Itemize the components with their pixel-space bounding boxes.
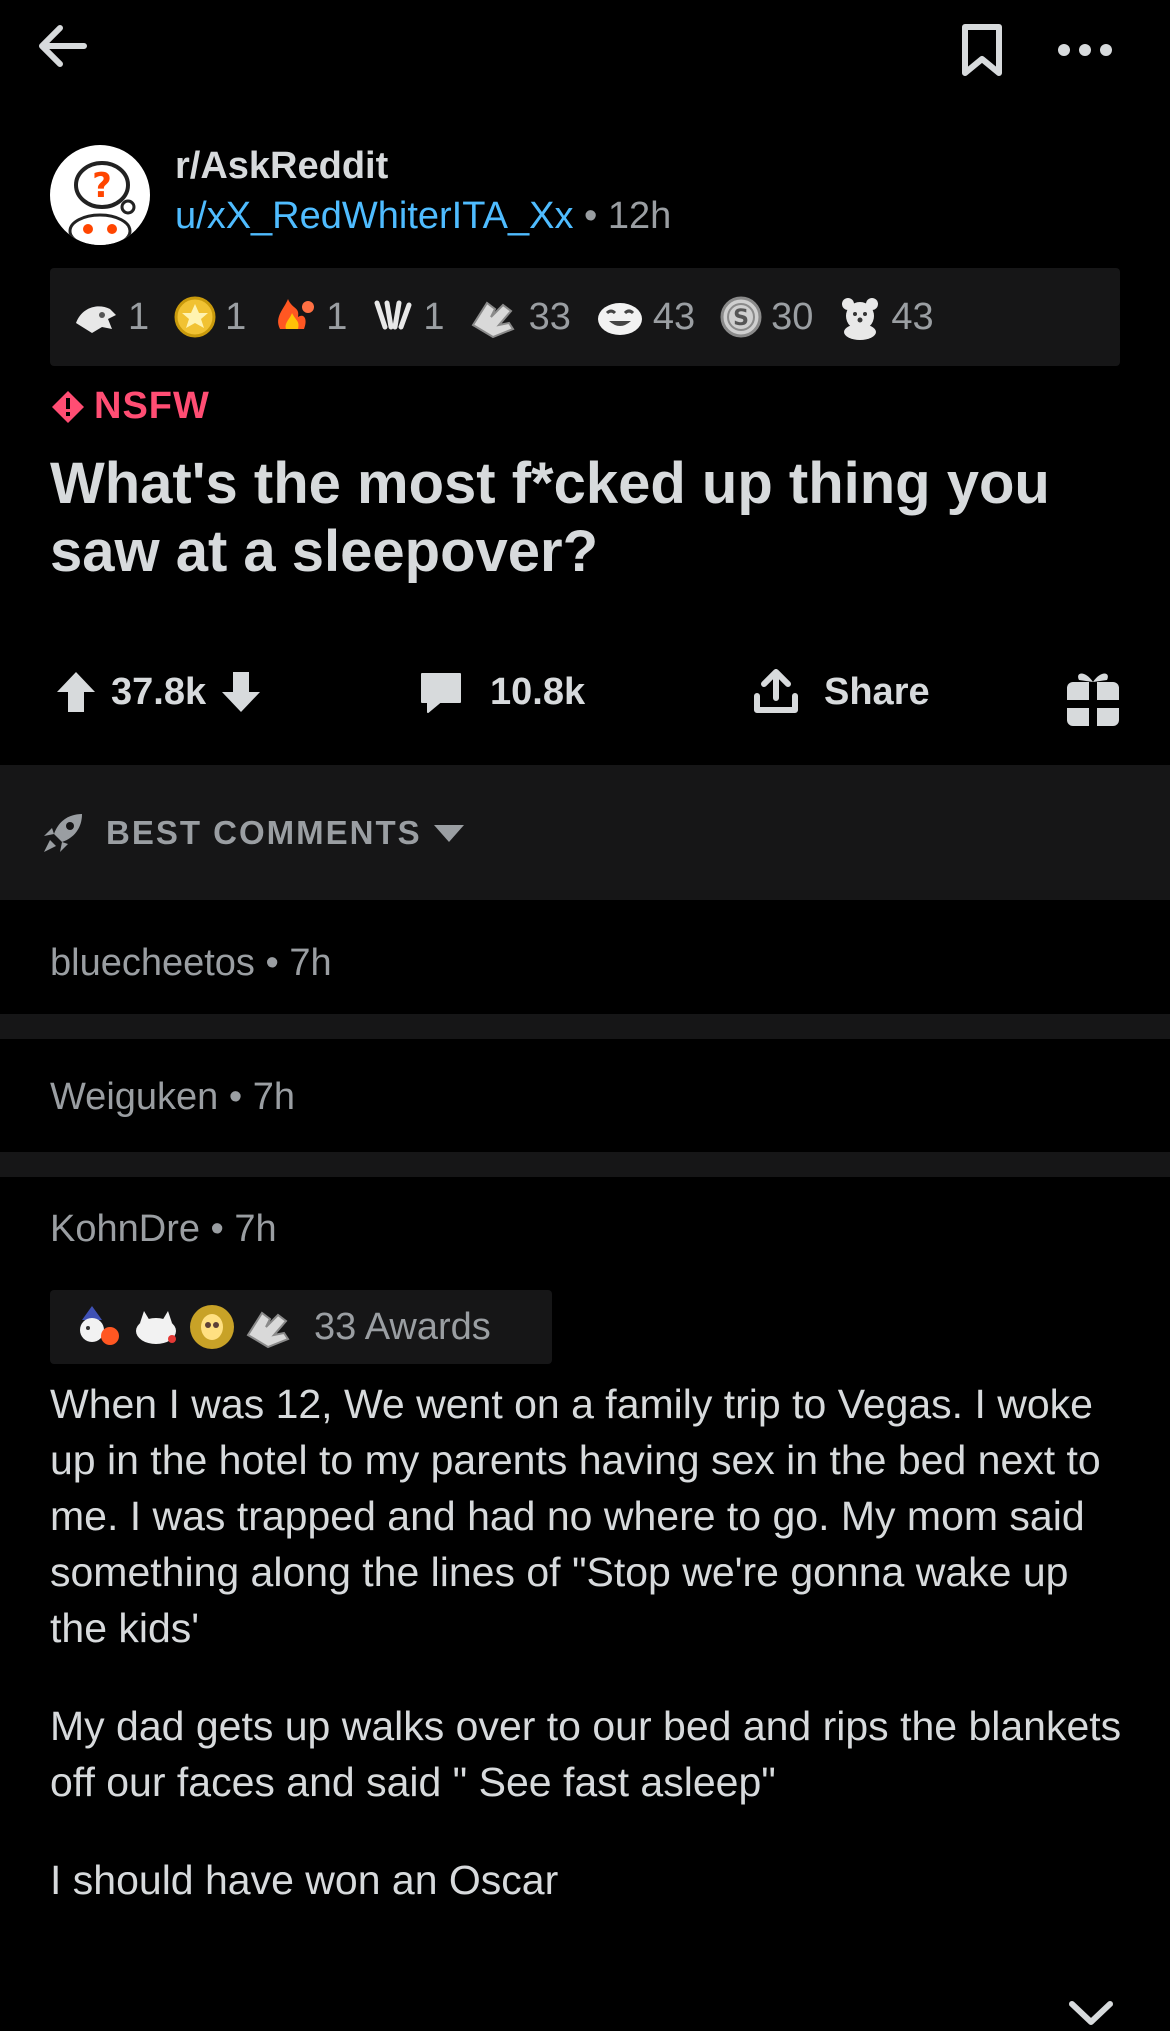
fire-award-icon [278, 299, 315, 329]
comment-meta: Weiguken • 7h [50, 1076, 295, 1119]
comment: KohnDre • 7h 33 Awards When I was 12, We… [0, 1178, 1170, 2031]
award-item: 33 [469, 295, 571, 339]
award-item: 1 [72, 296, 149, 339]
hands-award-icon [246, 1311, 290, 1349]
post-title: What's the most f*cked up thing you saw … [50, 451, 1050, 584]
comment-meta: KohnDre • 7h [50, 1208, 277, 1251]
meta-separator: • [210, 1208, 235, 1250]
give-award-button[interactable] [1063, 668, 1123, 735]
comment-time: 7h [252, 1075, 296, 1118]
comment-author[interactable]: KohnDre [50, 1208, 200, 1250]
award-count: 30 [771, 295, 814, 338]
share-button[interactable]: Share [752, 668, 930, 716]
caret-down-icon [433, 824, 464, 842]
comment-time: 7h [234, 1208, 277, 1250]
svg-text:?: ? [92, 166, 112, 206]
award-item: 1 [270, 295, 347, 339]
comments-button[interactable]: 10.8k [418, 670, 585, 714]
comment-paragraph: I should have won an Oscar [50, 1857, 559, 1903]
share-upload-icon [754, 669, 798, 713]
comment-time: 7h [289, 941, 332, 984]
rabbit-award-icon [374, 300, 412, 330]
post-author-line: u/xX_RedWhiterITA_Xx • 12h [175, 195, 671, 238]
meta-separator: • [265, 941, 290, 984]
upvote-button[interactable] [55, 670, 97, 714]
downvote-button[interactable] [220, 670, 262, 714]
bookmark-icon [962, 24, 1002, 76]
award-count: 33 [528, 295, 571, 338]
askreddit-logo-icon: ? [68, 161, 136, 245]
bear-award-icon [842, 298, 879, 340]
post-author[interactable]: u/xX_RedWhiterITA_Xx [175, 195, 573, 237]
award-count: 1 [326, 295, 348, 338]
post-actions-bar: 37.8k 10.8k Share [0, 660, 1170, 750]
vote-count: 37.8k [111, 670, 207, 713]
award-item: S 30 [719, 295, 813, 339]
award-count: 1 [225, 295, 247, 338]
post-header: ? r/AskReddit u/xX_RedWhiterITA_Xx • 12h [50, 145, 1120, 245]
comment-divider [0, 1014, 1170, 1039]
back-arrow-icon [39, 25, 87, 67]
silver-coin-award-icon: S [720, 296, 762, 338]
award-count: 43 [652, 295, 696, 338]
upvote-arrow-icon [57, 672, 95, 712]
rocket-icon [44, 813, 82, 852]
sort-label: BEST COMMENTS [106, 813, 422, 851]
comments-count: 10.8k [490, 670, 586, 713]
nsfw-tag: NSFW [50, 385, 210, 428]
award-count: 1 [128, 295, 150, 338]
post-awards-bar[interactable]: 1 1 1 1 33 43 S 30 43 [50, 268, 1120, 366]
post-time: 12h [607, 195, 672, 237]
gold-star-award-icon [174, 296, 216, 338]
save-button[interactable] [950, 18, 1014, 82]
more-dots-icon [1058, 44, 1112, 56]
award-item: 1 [173, 295, 246, 339]
cat-award-icon [136, 1311, 176, 1344]
comment-divider [0, 1152, 1170, 1177]
comment-author: Weiguken [50, 1075, 219, 1118]
comment-author: bluecheetos [50, 941, 255, 984]
svg-text:S: S [733, 306, 749, 331]
top-bar [0, 0, 1170, 100]
subreddit-avatar[interactable]: ? [50, 145, 150, 245]
comment-sort-button[interactable]: BEST COMMENTS [0, 765, 1170, 900]
more-options-button[interactable] [1050, 18, 1120, 82]
award-item: 43 [595, 296, 695, 339]
nsfw-diamond-icon [52, 390, 84, 423]
laughing-award-icon [597, 303, 642, 335]
collapsed-comment[interactable]: bluecheetos • 7h [0, 908, 1170, 1018]
comment-bubble-icon [421, 673, 461, 713]
comment-paragraph: When I was 12, We went on a family trip … [50, 1381, 1101, 1651]
gift-icon [1067, 673, 1119, 726]
vote-controls: 37.8k [55, 670, 262, 714]
meta-separator: • [584, 195, 608, 237]
comment-awards-bar[interactable]: 33 Awards [50, 1290, 552, 1364]
award-item: 1 [371, 295, 445, 339]
downvote-arrow-icon [222, 672, 261, 712]
share-label: Share [824, 670, 930, 713]
comment-awards-label: 33 Awards [314, 1305, 491, 1348]
chevron-down-icon [1069, 2001, 1113, 2025]
hand-award-icon [76, 306, 116, 333]
golden-skull-award-icon [190, 1305, 234, 1349]
comment-meta: bluecheetos • 7h [50, 942, 332, 985]
award-item: 43 [837, 294, 934, 340]
comment-paragraph: My dad gets up walks over to our bed and… [50, 1703, 1122, 1805]
meta-separator: • [228, 1075, 253, 1118]
nsfw-label: NSFW [94, 385, 210, 427]
award-count: 1 [423, 295, 445, 338]
back-button[interactable] [30, 18, 94, 74]
award-count: 43 [891, 295, 934, 338]
collapsed-comment[interactable]: Weiguken • 7h [0, 1042, 1170, 1152]
wizard-award-icon [80, 1306, 119, 1345]
comment-body: When I was 12, We went on a family trip … [50, 1376, 1130, 1950]
subreddit-name[interactable]: r/AskReddit [175, 145, 388, 188]
hands-award-icon [471, 301, 515, 339]
collapse-comment-button[interactable] [1068, 1998, 1114, 2031]
